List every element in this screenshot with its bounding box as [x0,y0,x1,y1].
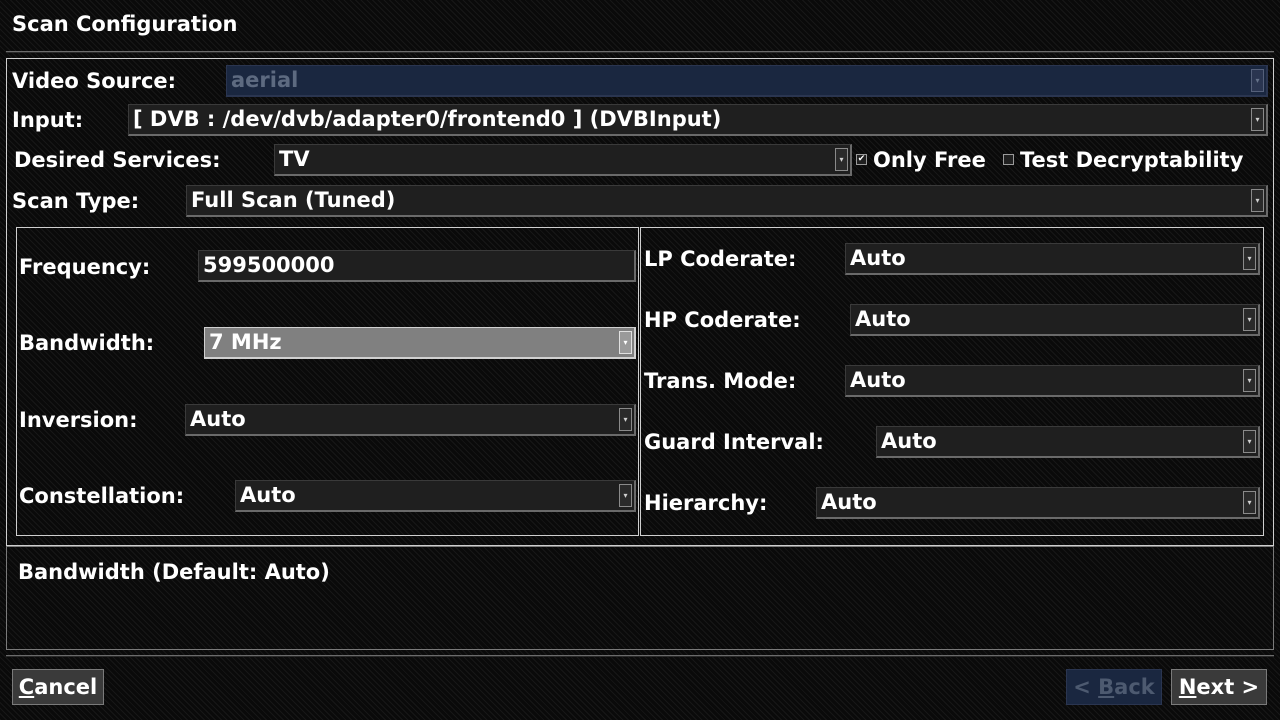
scan-type-select[interactable]: Full Scan (Tuned) ▾ [186,185,1268,217]
chevron-down-icon: ▾ [1251,108,1264,131]
hierarchy-value: Auto [821,490,877,514]
chevron-down-icon: ▾ [1243,491,1256,514]
next-button[interactable]: Next > [1171,669,1267,705]
input-select[interactable]: [ DVB : /dev/dvb/adapter0/frontend0 ] (D… [128,104,1268,136]
guard-interval-label: Guard Interval: [644,430,824,454]
guard-interval-value: Auto [881,429,937,453]
only-free-label: Only Free [873,148,986,172]
test-decryptability-checkbox[interactable] [1003,154,1014,165]
desired-services-select[interactable]: TV ▾ [274,144,852,176]
chevron-down-icon: ▾ [1243,247,1256,270]
bandwidth-label: Bandwidth: [19,331,155,355]
hp-coderate-select[interactable]: Auto ▾ [850,304,1260,336]
video-source-label: Video Source: [12,69,177,93]
chevron-down-icon: ▾ [1243,430,1256,453]
help-text: Bandwidth (Default: Auto) [18,560,330,584]
chevron-down-icon: ▾ [835,148,848,171]
input-label: Input: [12,108,84,132]
inversion-select[interactable]: Auto ▾ [185,404,636,436]
lp-coderate-select[interactable]: Auto ▾ [845,243,1260,275]
inversion-value: Auto [190,407,246,431]
back-mnemonic: B [1098,675,1115,699]
hierarchy-label: Hierarchy: [644,491,768,515]
back-prefix: < [1073,675,1099,699]
bandwidth-select[interactable]: 7 MHz ▾ [204,327,636,359]
bandwidth-value: 7 MHz [209,330,282,354]
lp-coderate-value: Auto [850,246,906,270]
video-source-select: aerial ▾ [226,65,1268,97]
back-button: < Back [1066,669,1162,705]
chevron-down-icon: ▾ [1251,69,1264,92]
lp-coderate-label: LP Coderate: [644,247,797,271]
test-decryptability-label: Test Decryptability [1020,148,1244,172]
constellation-value: Auto [240,483,296,507]
chevron-down-icon: ▾ [1243,308,1256,331]
footer-divider [6,655,1274,657]
title-divider [6,51,1274,53]
cancel-button[interactable]: Cancel [12,669,104,705]
hp-coderate-label: HP Coderate: [644,308,801,332]
next-label: ext > [1196,675,1260,699]
video-source-value: aerial [231,68,299,92]
constellation-select[interactable]: Auto ▾ [235,480,636,512]
chevron-down-icon: ▾ [619,484,632,507]
input-value: [ DVB : /dev/dvb/adapter0/frontend0 ] (D… [133,107,722,131]
trans-mode-label: Trans. Mode: [644,369,797,393]
chevron-down-icon: ▾ [1251,189,1264,212]
page-title: Scan Configuration [12,12,238,36]
trans-mode-value: Auto [850,368,906,392]
scan-type-label: Scan Type: [12,189,140,213]
scan-type-value: Full Scan (Tuned) [191,188,396,212]
trans-mode-select[interactable]: Auto ▾ [845,365,1260,397]
frequency-value: 599500000 [203,253,335,277]
desired-services-label: Desired Services: [14,148,221,172]
inversion-label: Inversion: [19,408,138,432]
only-free-checkbox[interactable]: ✔ [856,154,867,165]
frequency-label: Frequency: [19,255,151,279]
guard-interval-select[interactable]: Auto ▾ [876,426,1260,458]
back-label: ack [1114,675,1155,699]
hp-coderate-value: Auto [855,307,911,331]
desired-services-value: TV [279,147,310,171]
chevron-down-icon: ▾ [619,331,632,354]
cancel-label: ancel [34,675,98,699]
chevron-down-icon: ▾ [619,408,632,431]
cancel-mnemonic: C [18,675,35,699]
constellation-label: Constellation: [19,484,185,508]
chevron-down-icon: ▾ [1243,369,1256,392]
frequency-input[interactable]: 599500000 [198,250,636,282]
next-mnemonic: N [1178,675,1197,699]
hierarchy-select[interactable]: Auto ▾ [816,487,1260,519]
